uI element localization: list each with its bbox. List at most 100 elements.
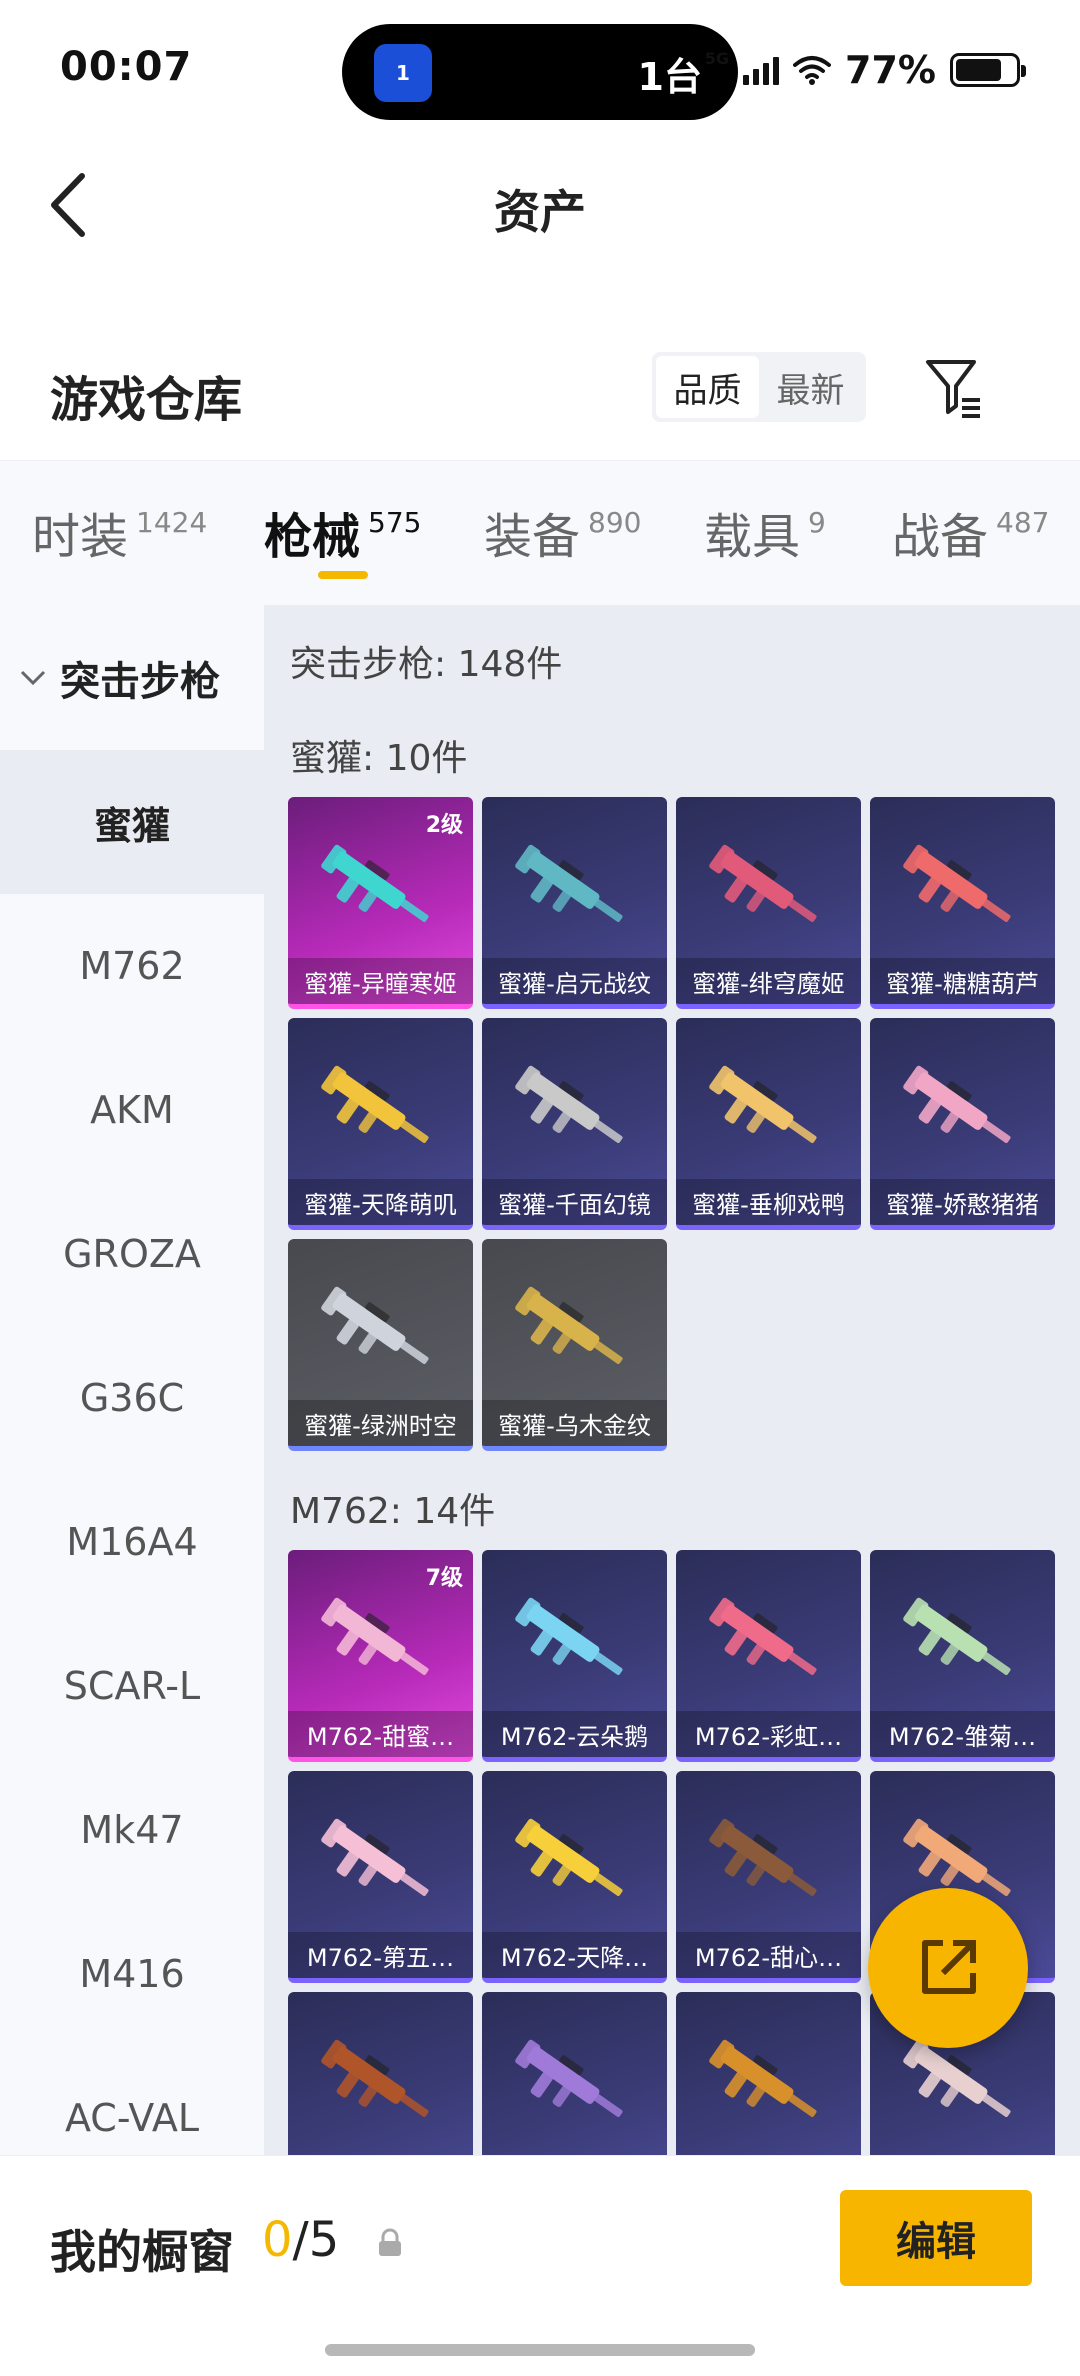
island-text: 1台 xyxy=(637,55,702,99)
skin-card[interactable] xyxy=(482,1992,667,2155)
tab-fashion[interactable]: 时装 1424 xyxy=(32,497,207,567)
tab-vehicles[interactable]: 载具 9 xyxy=(704,497,826,567)
sidebar-item-m16a4[interactable]: M16A4 xyxy=(0,1470,264,1614)
gun-image-icon xyxy=(515,1286,623,1364)
island-badge: 1 xyxy=(396,61,410,85)
battery-icon xyxy=(950,53,1026,87)
skin-grid-honey-badger: 2级 蜜獾-异瞳寒姬 蜜獾-启元战纹 蜜獾-绯穹魔姬 蜜獾-糖糖葫芦 蜜獾-天降萌叽 蜜獾-… xyxy=(288,797,1055,1451)
gun-image-icon xyxy=(709,1818,817,1896)
signal-icon xyxy=(743,55,780,85)
skin-name: 蜜獾-糖糖葫芦 xyxy=(870,958,1055,1004)
sort-quality[interactable]: 品质 xyxy=(656,356,759,418)
skin-card[interactable]: 蜜獾-天降萌叽 xyxy=(288,1018,473,1230)
skin-name: M762-天降… xyxy=(482,1932,667,1978)
gun-image-icon xyxy=(515,1065,623,1143)
app-header: 资产 xyxy=(0,140,1080,270)
sidebar-item-groza[interactable]: GROZA xyxy=(0,1182,264,1326)
skin-name: M762-云朵鹅 xyxy=(482,1711,667,1757)
warehouse-title: 游戏仓库 xyxy=(50,372,243,428)
system-icons: 5G 77% xyxy=(705,48,1026,92)
skin-level-badge: 2级 xyxy=(425,813,463,838)
sidebar-item-honey-badger[interactable]: 蜜獾 xyxy=(0,750,264,894)
skin-card[interactable]: 蜜獾-糖糖葫芦 xyxy=(870,797,1055,1009)
tab-indicator xyxy=(318,571,368,579)
gun-image-icon xyxy=(515,844,623,922)
skin-name: M762-甜蜜… xyxy=(288,1711,473,1757)
lock-icon xyxy=(379,2228,401,2256)
group-header-honey-badger: 蜜獾: 10件 xyxy=(290,738,468,779)
dynamic-island[interactable]: 1 1台 xyxy=(342,24,738,120)
skin-name: 蜜獾-绿洲时空 xyxy=(288,1400,473,1446)
skin-card[interactable]: 蜜獾-绯穹魔姬 xyxy=(676,797,861,1009)
broadcast-icon: 1 xyxy=(374,44,432,102)
gun-image-icon xyxy=(321,844,429,922)
sort-newest[interactable]: 最新 xyxy=(759,356,862,418)
sidebar-item-akm[interactable]: AKM xyxy=(0,1038,264,1182)
gun-image-icon xyxy=(515,2039,623,2117)
gun-image-icon xyxy=(709,1597,817,1675)
share-fab[interactable] xyxy=(868,1888,1028,2048)
sidebar-item-m416[interactable]: M416 xyxy=(0,1902,264,2046)
group-header-m762: M762: 14件 xyxy=(290,1491,496,1532)
chevron-down-icon xyxy=(20,670,46,685)
gun-image-icon xyxy=(709,1065,817,1143)
sidebar-item-ac-val[interactable]: AC-VAL xyxy=(0,2046,264,2155)
status-time: 00:07 xyxy=(60,44,193,90)
skin-card[interactable]: M762-第五… xyxy=(288,1771,473,1983)
skin-name: M762-甜心… xyxy=(676,1932,861,1978)
sidebar-item-mk47[interactable]: Mk47 xyxy=(0,1758,264,1902)
skin-card[interactable]: 7级 M762-甜蜜… xyxy=(288,1550,473,1762)
skin-card[interactable]: M762-雏菊… xyxy=(870,1550,1055,1762)
battery-percent: 77% xyxy=(845,48,936,92)
warehouse-header: 游戏仓库 品质 最新 xyxy=(0,340,1080,460)
sidebar-item-g36c[interactable]: G36C xyxy=(0,1326,264,1470)
share-icon xyxy=(922,1940,976,1994)
skin-card[interactable]: 蜜獾-娇憨猪猪 xyxy=(870,1018,1055,1230)
skin-name: 蜜獾-乌木金纹 xyxy=(482,1400,667,1446)
skin-name: M762-彩虹… xyxy=(676,1711,861,1757)
skin-card[interactable]: M762-甜心… xyxy=(676,1771,861,1983)
filter-icon[interactable] xyxy=(924,356,984,418)
status-bar: 00:07 1 1台 5G 77% xyxy=(0,0,1080,140)
gun-image-icon xyxy=(321,1286,429,1364)
category-tabs: 时装 1424 枪械 575 装备 890 载具 9 战备 487 xyxy=(0,460,1080,605)
skin-name: 蜜獾-千面幻镜 xyxy=(482,1179,667,1225)
skin-card[interactable]: 蜜獾-启元战纹 xyxy=(482,797,667,1009)
home-indicator[interactable] xyxy=(325,2344,755,2356)
sort-toggle: 品质 最新 xyxy=(652,352,866,422)
skin-name: 蜜獾-绯穹魔姬 xyxy=(676,958,861,1004)
edit-button[interactable]: 编辑 xyxy=(840,2190,1032,2286)
skin-card[interactable] xyxy=(288,1992,473,2155)
sidebar-item-scar-l[interactable]: SCAR-L xyxy=(0,1614,264,1758)
gun-image-icon xyxy=(321,1597,429,1675)
tab-equipment[interactable]: 装备 890 xyxy=(484,497,641,567)
showcase-bar: 我的橱窗 0/5 编辑 xyxy=(0,2155,1080,2376)
skin-grid-m762: 7级 M762-甜蜜… M762-云朵鹅 M762-彩虹… M762-雏菊… M762-第… xyxy=(288,1550,1055,2155)
skin-card[interactable] xyxy=(676,1992,861,2155)
skin-name: 蜜獾-启元战纹 xyxy=(482,958,667,1004)
page-title: 资产 xyxy=(494,185,586,239)
skin-name: M762-第五… xyxy=(288,1932,473,1978)
skin-card[interactable]: 蜜獾-垂柳戏鸭 xyxy=(676,1018,861,1230)
skin-card[interactable]: 2级 蜜獾-异瞳寒姬 xyxy=(288,797,473,1009)
gun-image-icon xyxy=(321,2039,429,2117)
skin-card[interactable]: M762-云朵鹅 xyxy=(482,1550,667,1762)
skin-card[interactable]: 蜜獾-千面幻镜 xyxy=(482,1018,667,1230)
gun-image-icon xyxy=(515,1597,623,1675)
skin-level-badge: 7级 xyxy=(425,1566,463,1591)
gun-image-icon xyxy=(903,844,1011,922)
sidebar-group-assault-rifles[interactable]: 突击步枪 xyxy=(0,605,264,750)
skin-card[interactable]: M762-彩虹… xyxy=(676,1550,861,1762)
skin-name: 蜜獾-娇憨猪猪 xyxy=(870,1179,1055,1225)
tab-supplies[interactable]: 战备 487 xyxy=(892,497,1049,567)
gun-image-icon xyxy=(709,844,817,922)
gun-image-icon xyxy=(903,1597,1011,1675)
skin-card[interactable]: M762-天降… xyxy=(482,1771,667,1983)
skin-card[interactable]: 蜜獾-乌木金纹 xyxy=(482,1239,667,1451)
gun-image-icon xyxy=(903,1065,1011,1143)
sidebar-item-m762[interactable]: M762 xyxy=(0,894,264,1038)
skin-name: 蜜獾-垂柳戏鸭 xyxy=(676,1179,861,1225)
gun-image-icon xyxy=(515,1818,623,1896)
skin-card[interactable]: 蜜獾-绿洲时空 xyxy=(288,1239,473,1451)
tab-guns[interactable]: 枪械 575 xyxy=(264,497,421,567)
